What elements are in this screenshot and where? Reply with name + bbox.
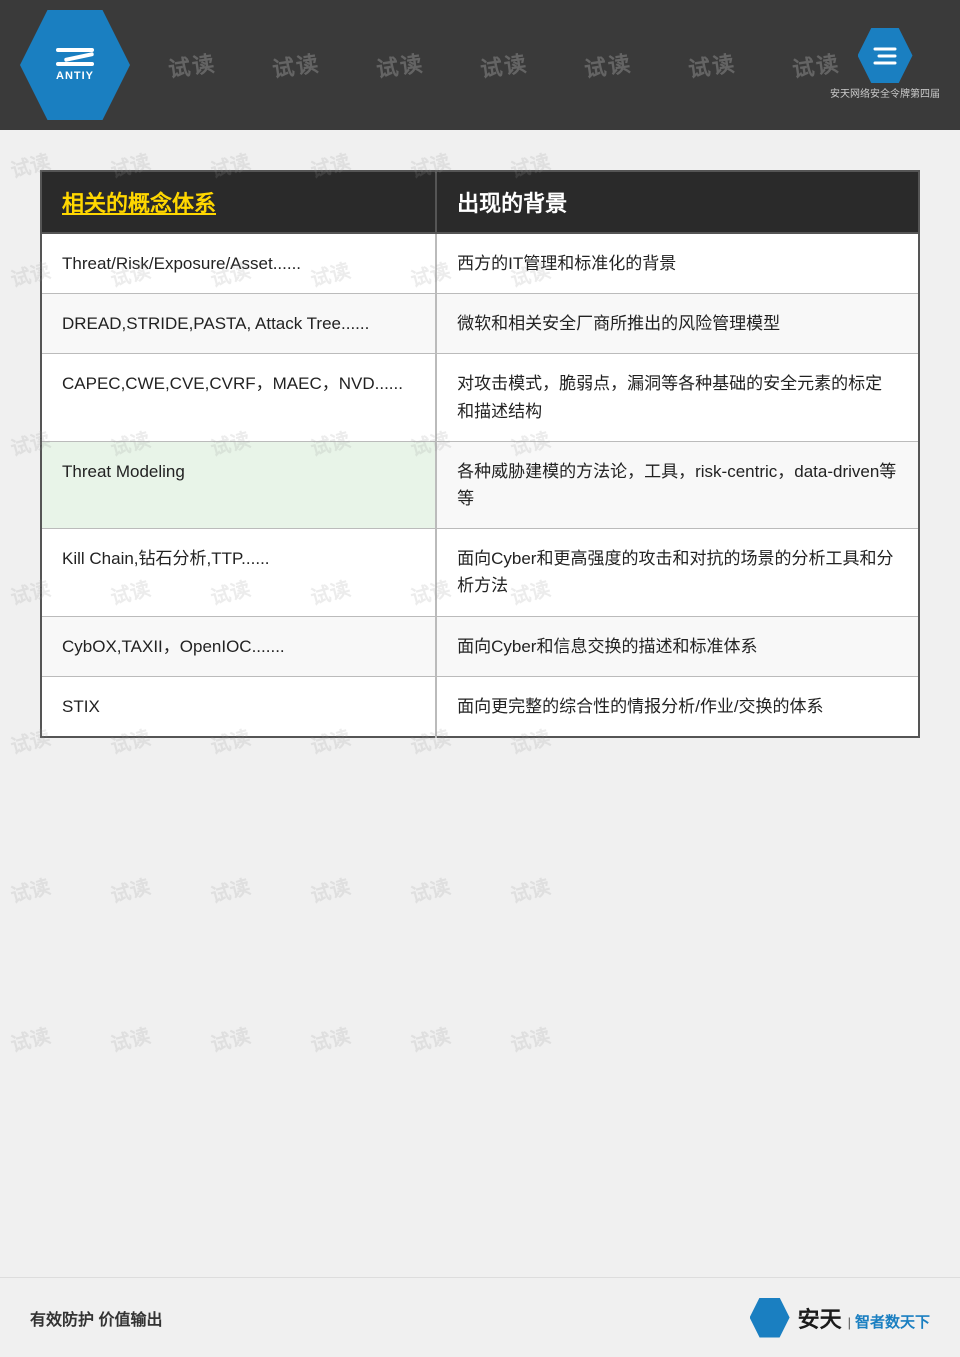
footer-logo-hex xyxy=(750,1298,790,1338)
table-header-row: 相关的概念体系 出现的背景 xyxy=(41,171,919,233)
footer-brand: 安天 xyxy=(798,1302,842,1334)
row6-col2: 面向Cyber和信息交换的描述和标准体系 xyxy=(436,616,919,676)
row2-col2: 微软和相关安全厂商所推出的风险管理模型 xyxy=(436,294,919,354)
header-right-hex xyxy=(858,28,913,83)
row7-col2: 面向更完整的综合性的情报分析/作业/交换的体系 xyxy=(436,676,919,737)
row4-col2: 各种威胁建模的方法论，工具，risk-centric，data-driven等等 xyxy=(436,441,919,528)
row7-col1: STIX xyxy=(41,676,436,737)
footer: 有效防护 价值输出 安天 | 智者数天下 xyxy=(0,1277,960,1357)
footer-logo: 安天 | 智者数天下 xyxy=(750,1298,930,1338)
table-row: CybOX,TAXII，OpenIOC....... 面向Cyber和信息交换的… xyxy=(41,616,919,676)
row6-col1: CybOX,TAXII，OpenIOC....... xyxy=(41,616,436,676)
watermark-3: 试读 xyxy=(346,42,453,88)
row3-col2: 对攻击模式，脆弱点，漏洞等各种基础的安全元素的标定和描述结构 xyxy=(436,354,919,441)
row5-col1: Kill Chain,钻石分析,TTP...... xyxy=(41,529,436,616)
footer-sub-brand: 智者数天下 xyxy=(855,1311,930,1332)
watermark-5: 试读 xyxy=(554,42,661,88)
row4-col1: Threat Modeling xyxy=(41,441,436,528)
row5-col2: 面向Cyber和更高强度的攻击和对抗的场景的分析工具和分析方法 xyxy=(436,529,919,616)
header-right-logo-text: 安天网络安全令牌第四届 xyxy=(830,88,940,102)
table-row: DREAD,STRIDE,PASTA, Attack Tree...... 微软… xyxy=(41,294,919,354)
footer-slogan: 有效防护 价值输出 xyxy=(30,1306,162,1330)
row3-col1: CAPEC,CWE,CVE,CVRF，MAEC，NVD...... xyxy=(41,354,436,441)
row2-col1: DREAD,STRIDE,PASTA, Attack Tree...... xyxy=(41,294,436,354)
footer-pipe: | xyxy=(848,1315,851,1330)
header: ANTIY 试读 试读 试读 试读 试读 试读 试读 安天网络安全令牌第四届 xyxy=(0,0,960,130)
watermark-2: 试读 xyxy=(242,42,349,88)
watermark-4: 试读 xyxy=(450,42,557,88)
table-row: CAPEC,CWE,CVE,CVRF，MAEC，NVD...... 对攻击模式，… xyxy=(41,354,919,441)
main-content: 相关的概念体系 出现的背景 Threat/Risk/Exposure/Asset… xyxy=(0,130,960,768)
watermark-6: 试读 xyxy=(658,42,765,88)
table-row: STIX 面向更完整的综合性的情报分析/作业/交换的体系 xyxy=(41,676,919,737)
table-row: Kill Chain,钻石分析,TTP...... 面向Cyber和更高强度的攻… xyxy=(41,529,919,616)
header-watermarks: 试读 试读 试读 试读 试读 试读 试读 xyxy=(0,0,960,130)
header-right-logo: 安天网络安全令牌第四届 xyxy=(830,28,940,102)
watermark-1: 试读 xyxy=(138,42,245,88)
concept-table: 相关的概念体系 出现的背景 Threat/Risk/Exposure/Asset… xyxy=(40,170,920,738)
row1-col2: 西方的IT管理和标准化的背景 xyxy=(436,233,919,294)
table-row: Threat/Risk/Exposure/Asset...... 西方的IT管理… xyxy=(41,233,919,294)
logo-text: ANTIY xyxy=(56,70,94,82)
col1-header: 相关的概念体系 xyxy=(41,171,436,233)
row1-col1: Threat/Risk/Exposure/Asset...... xyxy=(41,233,436,294)
table-row-threat-modeling: Threat Modeling 各种威胁建模的方法论，工具，risk-centr… xyxy=(41,441,919,528)
col2-header: 出现的背景 xyxy=(436,171,919,233)
